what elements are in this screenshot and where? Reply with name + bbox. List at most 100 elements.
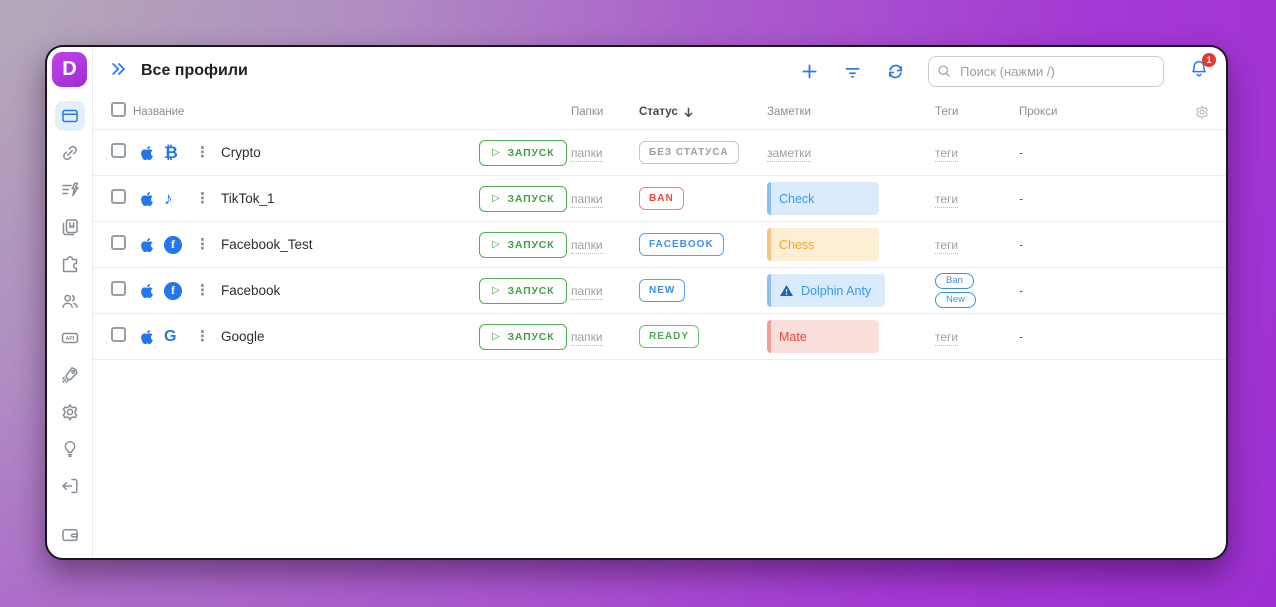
- extensions-icon: [60, 254, 80, 274]
- wallet-icon: [60, 525, 80, 545]
- column-proxy: Прокси: [1019, 106, 1182, 118]
- proxy-value: -: [1019, 191, 1182, 206]
- app-logo[interactable]: D: [52, 52, 87, 87]
- table-row: f⋮Facebook▷ЗАПУСКпапкиNEWDolphin AntyBan…: [93, 267, 1226, 313]
- launch-button[interactable]: ▷ЗАПУСК: [479, 324, 567, 350]
- launch-button[interactable]: ▷ЗАПУСК: [479, 278, 567, 304]
- note-chip[interactable]: Chess: [767, 228, 879, 261]
- api-icon: API: [60, 328, 80, 348]
- browser-profiles-icon: [60, 106, 80, 126]
- search-icon: [936, 63, 952, 79]
- proxy-value: -: [1019, 237, 1182, 252]
- table-settings-gear-icon[interactable]: [1182, 104, 1226, 120]
- apple-icon: [139, 191, 155, 207]
- profiles-table-body: ₿⋮Crypto▷ЗАПУСКпапкиБЕЗ СТАТУСАзаметките…: [93, 129, 1226, 360]
- folders-link[interactable]: папки: [571, 146, 603, 162]
- folders-link[interactable]: папки: [571, 238, 603, 254]
- table-header: Название Папки Статус Заметки Теги Прокс…: [93, 95, 1226, 129]
- sidebar-item-automation[interactable]: [55, 175, 85, 205]
- notes-link[interactable]: заметки: [767, 146, 811, 162]
- facebook-icon: f: [164, 282, 182, 300]
- sidebar-item-api[interactable]: API: [55, 323, 85, 353]
- row-checkbox[interactable]: [111, 281, 126, 296]
- note-chip[interactable]: Mate: [767, 320, 879, 353]
- sidebar-item-logout[interactable]: [55, 471, 85, 501]
- topbar-actions: 1: [799, 56, 1210, 87]
- tags-link[interactable]: теги: [935, 330, 958, 346]
- tags-link[interactable]: теги: [935, 192, 958, 208]
- row-checkbox[interactable]: [111, 327, 126, 342]
- tag-badge[interactable]: New: [935, 292, 976, 308]
- add-profile-icon[interactable]: [799, 61, 820, 82]
- tags-link[interactable]: теги: [935, 146, 958, 162]
- row-menu-icon[interactable]: ⋮: [195, 282, 210, 299]
- expand-sidebar-icon[interactable]: [109, 59, 129, 84]
- status-badge[interactable]: READY: [639, 325, 699, 348]
- notification-badge: 1: [1202, 53, 1216, 67]
- row-menu-icon[interactable]: ⋮: [195, 328, 210, 345]
- column-folders: Папки: [571, 106, 639, 118]
- tiktok-icon: ♪: [164, 190, 173, 207]
- profile-name: Facebook_Test: [221, 237, 479, 252]
- table-row: ♪⋮TikTok_1▷ЗАПУСКпапкиBANCheckтеги-: [93, 175, 1226, 221]
- sidebar-item-browser-profiles[interactable]: [55, 101, 85, 131]
- app-window: D API Все профили: [45, 45, 1228, 560]
- sidebar-item-ideas[interactable]: [55, 434, 85, 464]
- status-badge[interactable]: FACEBOOK: [639, 233, 724, 256]
- proxy-value: -: [1019, 283, 1182, 298]
- notifications-bell-icon[interactable]: 1: [1188, 58, 1210, 85]
- tags-link[interactable]: теги: [935, 238, 958, 254]
- launch-button[interactable]: ▷ЗАПУСК: [479, 232, 567, 258]
- select-all-checkbox[interactable]: [111, 102, 126, 117]
- status-badge[interactable]: БЕЗ СТАТУСА: [639, 141, 739, 164]
- folders-link[interactable]: папки: [571, 330, 603, 346]
- profile-name: Crypto: [221, 145, 479, 160]
- note-chip[interactable]: Check: [767, 182, 879, 215]
- status-badge[interactable]: BAN: [639, 187, 684, 210]
- rocket-icon: [60, 365, 80, 385]
- google-icon: G: [164, 329, 176, 345]
- automation-icon: [60, 180, 80, 200]
- launch-button[interactable]: ▷ЗАПУСК: [479, 186, 567, 212]
- apple-icon: [139, 329, 155, 345]
- sidebar-item-bookmarks[interactable]: [55, 212, 85, 242]
- note-chip[interactable]: Dolphin Anty: [767, 274, 885, 307]
- sidebar-item-team[interactable]: [55, 286, 85, 316]
- row-menu-icon[interactable]: ⋮: [195, 144, 210, 161]
- row-checkbox[interactable]: [111, 143, 126, 158]
- row-menu-icon[interactable]: ⋮: [195, 236, 210, 253]
- column-notes: Заметки: [767, 106, 935, 118]
- sidebar-item-settings[interactable]: [55, 397, 85, 427]
- column-name: Название: [133, 106, 479, 118]
- topbar: Все профили: [93, 47, 1226, 95]
- status-badge[interactable]: NEW: [639, 279, 685, 302]
- search-input[interactable]: [928, 56, 1164, 87]
- row-checkbox[interactable]: [111, 235, 126, 250]
- facebook-icon: f: [164, 236, 182, 254]
- sidebar-item-wallet[interactable]: [55, 520, 85, 550]
- main-panel: Все профили: [93, 47, 1226, 558]
- folders-link[interactable]: папки: [571, 192, 603, 208]
- svg-text:API: API: [65, 336, 74, 342]
- sidebar-item-extensions[interactable]: [55, 249, 85, 279]
- folders-link[interactable]: папки: [571, 284, 603, 300]
- page-title: Все профили: [141, 62, 248, 80]
- sidebar-nav: API: [47, 101, 92, 550]
- tag-badge[interactable]: Ban: [935, 273, 974, 289]
- bitcoin-icon: ₿: [164, 144, 178, 161]
- row-menu-icon[interactable]: ⋮: [195, 190, 210, 207]
- sidebar-item-proxy-link[interactable]: [55, 138, 85, 168]
- column-status-sort[interactable]: Статус: [639, 106, 767, 119]
- launch-button[interactable]: ▷ЗАПУСК: [479, 140, 567, 166]
- row-checkbox[interactable]: [111, 189, 126, 204]
- refresh-icon[interactable]: [885, 61, 906, 82]
- sidebar-item-rocket[interactable]: [55, 360, 85, 390]
- sidebar: D API: [47, 47, 93, 558]
- filter-icon[interactable]: [842, 61, 863, 82]
- apple-icon: [139, 283, 155, 299]
- profile-name: Google: [221, 329, 479, 344]
- desktop-background: D API Все профили: [0, 0, 1276, 607]
- ideas-icon: [60, 439, 80, 459]
- proxy-link-icon: [60, 143, 80, 163]
- warning-triangle-icon: [779, 283, 794, 298]
